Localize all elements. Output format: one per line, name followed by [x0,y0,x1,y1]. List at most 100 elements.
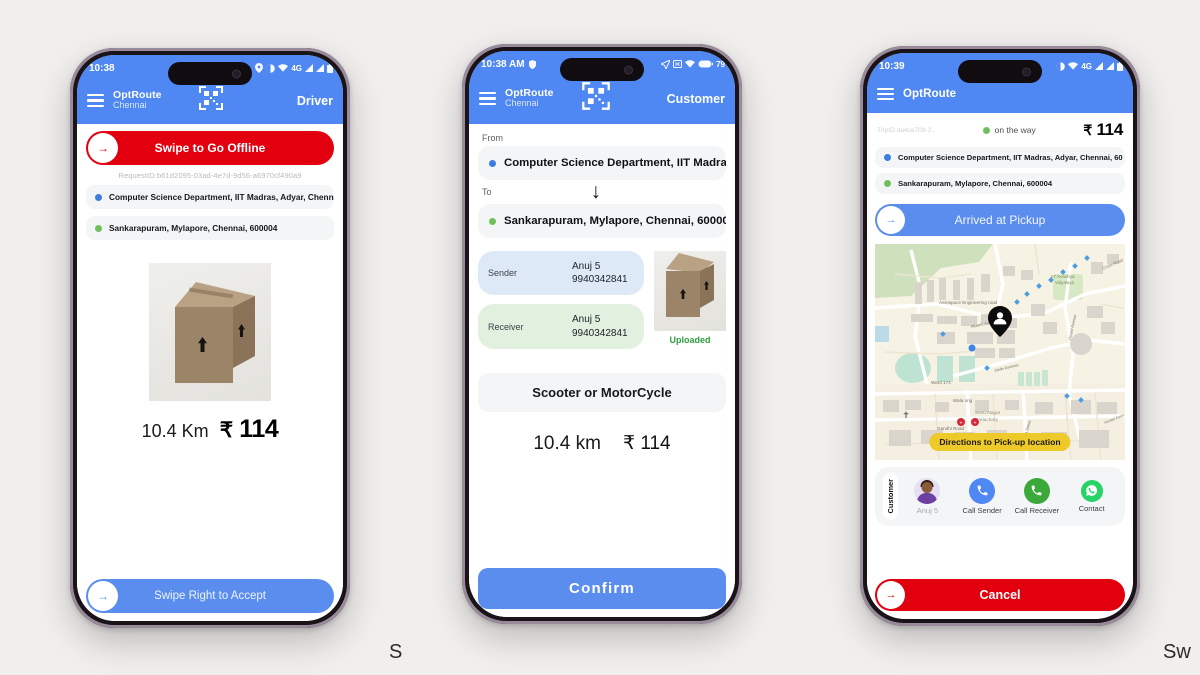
arrived-at-pickup-label: Arrived at Pickup [954,213,1046,227]
fare-amount: ₹ 114 [623,432,671,455]
call-receiver-button[interactable]: Call Receiver [1012,477,1063,515]
qr-code-icon[interactable] [581,81,611,116]
status-time: 10:38 [89,62,115,74]
sender-details: Anuj 5 9940342841 [572,260,634,286]
trip-id: TripID:da4ce708-2.. [877,126,936,134]
svg-text:Gandhi Road: Gandhi Road [937,426,965,431]
signal-icon [1106,62,1114,70]
dnd-icon [1056,61,1066,71]
parcel-box-shape [165,279,257,387]
dropoff-address-row[interactable]: Sankarapuram, Mylapore, Chennai, 600004 [875,173,1125,194]
swipe-knob-arrow-icon[interactable]: → [877,206,905,234]
customer-actions-bar: Customer Anuj 5 Call Sender Call Receive… [875,467,1125,526]
arrived-at-pickup-button[interactable]: → Arrived at Pickup [875,204,1125,236]
customer-profile-button[interactable]: Anuj 5 [902,477,953,515]
app-title: OptRoute [903,87,957,100]
cancel-trip-button[interactable]: → Cancel [875,579,1125,611]
qr-code-icon[interactable] [198,85,224,116]
sender-chip[interactable]: Sender Anuj 5 9940342841 [478,251,644,296]
swipe-knob-arrow-icon[interactable]: → [88,133,118,163]
dropoff-address-text: Sankarapuram, Mylapore, Chennai, 600004 [109,223,278,233]
phone1-content: → Swipe to Go Offline RequestID:b61d2095… [77,124,343,621]
front-camera-icon [232,69,241,78]
whatsapp-icon [1080,479,1103,502]
stray-caption-right: Sw [1163,641,1191,663]
phone-customer-booking: 10:38 AM 79 OptRoute Chennai Customer Fr… [462,44,742,624]
wifi-icon [685,60,696,68]
swipe-accept-button[interactable]: → Swipe Right to Accept [86,579,334,613]
phone2-content: From Computer Science Department, IIT Ma… [469,124,735,617]
hamburger-icon[interactable] [87,94,104,107]
pickup-dot-icon [489,159,496,167]
battery-percent-label: 79 [716,59,725,69]
customer-tab-label: Customer [883,473,898,520]
location-icon [255,63,264,73]
parties-column: Sender Anuj 5 9940342841 Receiver Anuj 5 [478,251,644,358]
screenshot-stage: 10:38 4G OptRoute Chennai Driver → Swipe… [0,0,1200,675]
map-directions-tag[interactable]: Directions to Pick-up location [929,433,1071,451]
contact-label: Contact [1078,503,1105,513]
pickup-address-text: Computer Science Department, IIT Madras,… [898,153,1123,162]
wifi-icon [1068,62,1079,70]
receiver-phone: 9940342841 [572,327,628,339]
status-icons: 4G [255,63,333,73]
svg-text:Aerospace Engineering road: Aerospace Engineering road [939,300,998,305]
parcel-box-photo [149,263,271,401]
signal-icon [305,64,313,72]
cancel-label: Cancel [979,588,1021,602]
dropoff-dot-icon [884,180,891,187]
call-sender-label: Call Sender [962,505,1002,515]
parties-row: Sender Anuj 5 9940342841 Receiver Anuj 5 [478,251,726,358]
request-id: RequestID:b61d2095-03ad-4e7d-9d56-a6970c… [118,171,302,180]
swipe-go-offline-label: Swipe to Go Offline [154,141,266,155]
dropoff-address-row[interactable]: Sankarapuram, Mylapore, Chennai, 600004 [86,216,334,240]
cancel-knob-arrow-icon[interactable]: → [877,581,905,609]
distance-value: 10.4 Km [141,421,209,441]
wifi-icon [278,64,289,72]
status-time: 10:38 AM [481,58,525,70]
confirm-button[interactable]: Confirm [478,568,726,609]
signal-icon [1095,62,1103,70]
pickup-address-text: Computer Science Department, IIT Madras,… [109,192,334,202]
hamburger-icon[interactable] [479,92,496,105]
shield-icon [528,59,536,69]
brand-block: OptRoute Chennai [505,88,554,109]
app-subtitle-city: Chennai [505,98,539,109]
avatar-icon [914,477,941,504]
to-field[interactable]: Sankarapuram, Mylapore, Chennai, 600004 [478,204,726,238]
contact-whatsapp-button[interactable]: Contact [1066,479,1117,513]
currency-symbol: ₹ [219,419,233,442]
arrow-down-icon: ↓ [590,180,602,203]
pickup-address-row[interactable]: Computer Science Department, IIT Madras,… [875,147,1125,168]
pickup-address-row[interactable]: Computer Science Department, IIT Madras,… [86,185,334,209]
fare-amount: ₹ 114 [220,415,279,444]
fare-amount: ₹ 114 [1083,120,1123,140]
fare-summary: 10.4 km ₹ 114 [478,432,726,455]
receiver-details: Anuj 5 9940342841 [572,313,634,339]
vehicle-type-field[interactable]: Scooter or MotorCycle [478,372,726,412]
from-field[interactable]: Computer Science Department, IIT Madras [478,146,726,180]
phone1-screen: 10:38 4G OptRoute Chennai Driver → Swipe… [77,55,343,621]
parcel-photo-block[interactable]: Uploaded [654,251,726,358]
dropoff-dot-icon [95,224,102,232]
svg-text:IIT Kendriya: IIT Kendriya [1051,274,1075,279]
customer-name-label: Anuj 5 [916,505,939,515]
sms-icon [673,60,683,68]
dnd-icon [266,63,276,73]
call-receiver-label: Call Receiver [1014,505,1060,515]
role-badge-customer: Customer [666,91,725,106]
phone2-app-bar: OptRoute Chennai Customer [469,77,735,124]
trip-map[interactable]: + + ✝ Aerospace Engineering road Alumni … [875,244,1125,460]
trip-status-label: on the way [994,125,1036,135]
brand-block: OptRoute Chennai [113,90,162,111]
network-type-label: 4G [1081,61,1092,71]
phone1-notch [168,62,252,85]
swipe-go-offline-button[interactable]: → Swipe to Go Offline [86,131,334,165]
swipe-accept-arrow-icon[interactable]: → [88,581,118,611]
hamburger-icon[interactable] [877,87,894,101]
front-camera-icon [1022,67,1031,76]
status-icons: 79 [661,59,725,69]
receiver-chip[interactable]: Receiver Anuj 5 9940342841 [478,304,644,349]
from-value: Computer Science Department, IIT Madras [504,157,726,169]
call-sender-button[interactable]: Call Sender [957,477,1008,515]
